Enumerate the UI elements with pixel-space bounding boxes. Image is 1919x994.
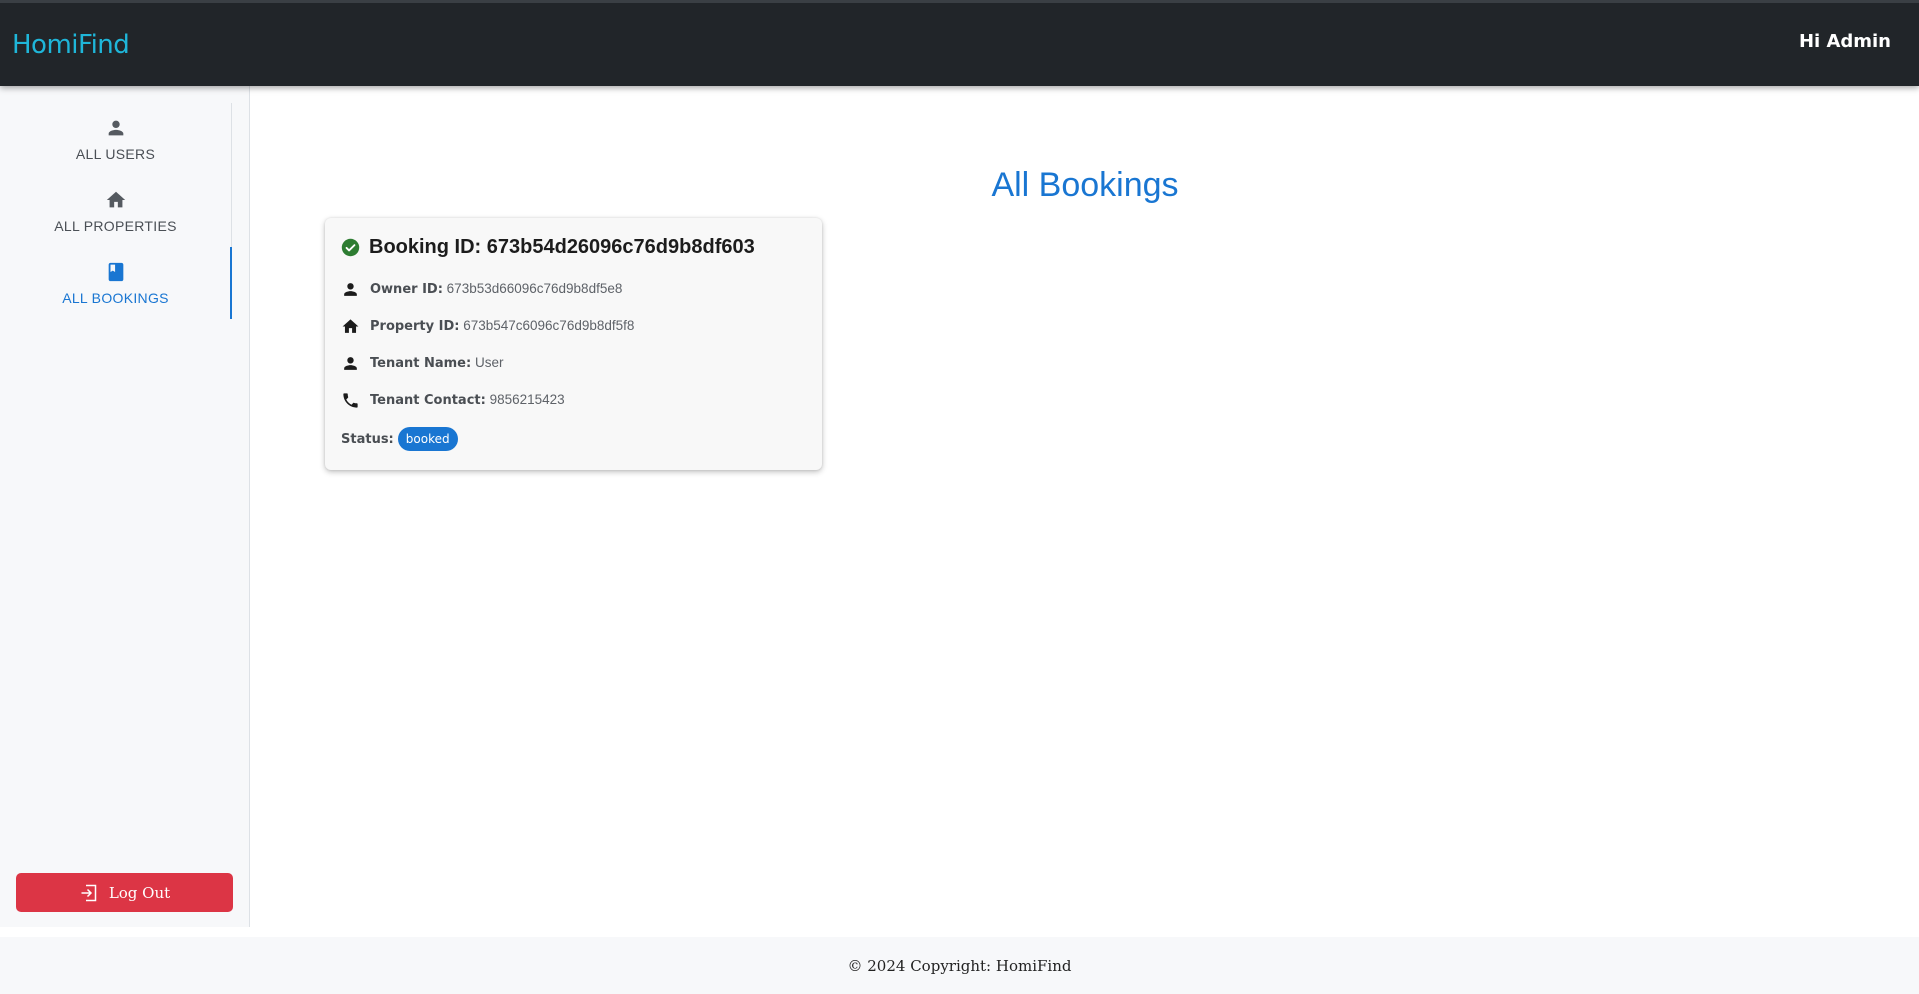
status-badge: booked <box>397 427 458 451</box>
main-content: All Bookings Booking ID: 673b54d26096c76… <box>251 86 1919 927</box>
page-title: All Bookings <box>991 166 1179 204</box>
person-icon <box>344 356 357 370</box>
user-greeting: Hi Admin <box>1798 31 1891 52</box>
property-id-row: Property ID: 673b547c6096c76d9b8df5f8 <box>341 316 806 336</box>
check-circle-icon <box>341 238 360 257</box>
footer: © 2024 Copyright: HomiFind <box>0 937 1919 994</box>
sidebar-item-label: ALL PROPERTIES <box>54 217 177 234</box>
sidebar-nav: ALL USERS ALL PROPERTIES ALL BOOKINGS <box>0 103 232 319</box>
home-icon <box>342 318 359 333</box>
owner-id-label: Owner ID: <box>370 282 443 297</box>
sidebar: ALL USERS ALL PROPERTIES ALL BOOKINGS Lo… <box>0 86 250 927</box>
owner-id-row: Owner ID: 673b53d66096c76d9b8df5e8 <box>341 279 806 299</box>
tenant-contact-value: 9856215423 <box>489 392 565 407</box>
tenant-name-label: Tenant Name: <box>370 356 472 371</box>
logout-button[interactable]: Log Out <box>16 873 233 912</box>
property-id-label: Property ID: <box>370 319 460 334</box>
sidebar-item-label: ALL BOOKINGS <box>62 289 169 306</box>
brand-logo[interactable]: HomiFind <box>12 30 130 60</box>
sidebar-item-label: ALL USERS <box>75 145 156 162</box>
booking-card-title: Booking ID: 673b54d26096c76d9b8df603 <box>341 236 806 259</box>
logout-icon <box>81 884 97 901</box>
booking-card: Booking ID: 673b54d26096c76d9b8df603 Own… <box>325 218 822 470</box>
copyright-text: © 2024 Copyright: HomiFind <box>847 956 1072 975</box>
status-label: Status: <box>341 431 394 447</box>
book-icon <box>108 262 123 281</box>
sidebar-item-all-users[interactable]: ALL USERS <box>0 103 231 175</box>
sidebar-item-all-properties[interactable]: ALL PROPERTIES <box>0 175 231 247</box>
phone-icon <box>343 392 358 408</box>
tenant-contact-label: Tenant Contact: <box>370 393 486 408</box>
property-id-value: 673b547c6096c76d9b8df5f8 <box>463 318 635 333</box>
owner-id-value: 673b53d66096c76d9b8df5e8 <box>446 281 623 296</box>
tenant-name-row: Tenant Name: User <box>341 353 806 373</box>
booking-id: Booking ID: 673b54d26096c76d9b8df603 <box>369 236 755 258</box>
tenant-contact-row: Tenant Contact: 9856215423 <box>341 390 806 410</box>
person-icon <box>108 120 123 135</box>
tenant-name-value: User <box>474 355 504 370</box>
status-row: Status: booked <box>341 427 806 451</box>
home-icon <box>106 191 125 207</box>
sidebar-item-all-bookings[interactable]: ALL BOOKINGS <box>0 247 232 319</box>
logout-label: Log Out <box>108 883 171 902</box>
person-icon <box>344 282 357 296</box>
top-navbar: HomiFind Hi Admin <box>0 0 1919 86</box>
